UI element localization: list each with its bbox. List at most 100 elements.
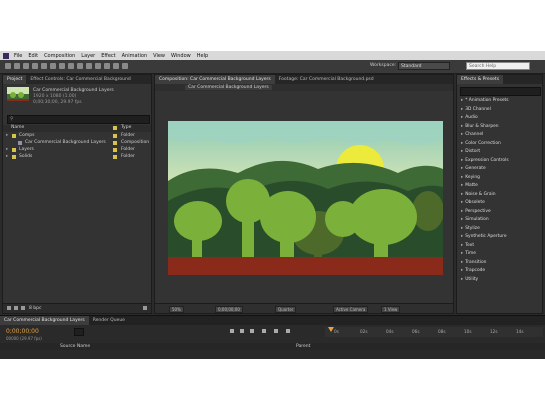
expand-arrow-icon[interactable]: ▸ bbox=[461, 149, 463, 154]
expand-arrow-icon[interactable]: ▸ bbox=[461, 107, 463, 112]
effects-category[interactable]: ▸ Time bbox=[461, 251, 476, 256]
frame-blending-icon[interactable] bbox=[262, 329, 266, 333]
menu-effect[interactable]: Effect bbox=[98, 53, 118, 59]
camera-select[interactable]: Active Camera bbox=[333, 306, 369, 313]
expand-arrow-icon[interactable]: ▸ bbox=[461, 124, 463, 129]
expand-arrow-icon[interactable]: ▸ bbox=[461, 226, 463, 231]
effects-category[interactable]: ▸ Transition bbox=[461, 260, 486, 265]
effects-category[interactable]: ▸ Distort bbox=[461, 149, 480, 154]
tab-footage[interactable]: Footage: Car Commercial Background.psd bbox=[275, 75, 378, 84]
clone-tool-icon[interactable] bbox=[95, 63, 101, 69]
expand-arrow-icon[interactable]: ▸ bbox=[461, 268, 463, 273]
new-composition-icon[interactable] bbox=[21, 306, 25, 310]
expand-arrow-icon[interactable]: ▸ bbox=[461, 200, 463, 205]
timeline-timecode[interactable]: 0;00;00;00 bbox=[6, 328, 39, 335]
expand-arrow-icon[interactable]: ▸ bbox=[461, 98, 463, 103]
expand-arrow-icon[interactable]: ▸ bbox=[461, 243, 463, 248]
effects-category[interactable]: ▸ Obsolete bbox=[461, 200, 485, 205]
effects-category[interactable]: ▸ Blur & Sharpen bbox=[461, 124, 499, 129]
menu-help[interactable]: Help bbox=[194, 53, 211, 59]
col-source-name[interactable]: Source Name bbox=[60, 344, 90, 349]
effects-category[interactable]: ▸ Audio bbox=[461, 115, 478, 120]
expand-arrow-icon[interactable]: ▸ bbox=[461, 175, 463, 180]
zoom-select[interactable]: 50% bbox=[169, 306, 184, 313]
views-select[interactable]: 1 View bbox=[381, 306, 401, 313]
tab-project[interactable]: Project bbox=[3, 75, 27, 84]
rotate-tool-icon[interactable] bbox=[32, 63, 38, 69]
effects-category[interactable]: ▸ 3D Channel bbox=[461, 107, 491, 112]
effects-category[interactable]: ▸ Expression Controls bbox=[461, 158, 509, 163]
effects-category[interactable]: ▸ Perspective bbox=[461, 209, 491, 214]
menu-window[interactable]: Window bbox=[168, 53, 194, 59]
menu-layer[interactable]: Layer bbox=[78, 53, 98, 59]
col-type[interactable]: Type bbox=[121, 125, 131, 130]
expand-arrow-icon[interactable]: ▸ bbox=[6, 133, 8, 138]
pen-tool-icon[interactable] bbox=[68, 63, 74, 69]
resolution-select[interactable]: Quarter bbox=[275, 306, 297, 313]
roto-brush-tool-icon[interactable] bbox=[113, 63, 119, 69]
effects-category[interactable]: ▸ Channel bbox=[461, 132, 483, 137]
project-row[interactable]: Car Commercial Background Layers Composi… bbox=[3, 140, 151, 147]
project-row[interactable]: ▸ Comps Folder bbox=[3, 133, 151, 140]
row-label-color[interactable] bbox=[113, 148, 117, 152]
search-help-input[interactable]: Search Help bbox=[466, 62, 530, 70]
expand-arrow-icon[interactable]: ▸ bbox=[461, 192, 463, 197]
col-name[interactable]: Name bbox=[11, 125, 24, 130]
menu-animation[interactable]: Animation bbox=[119, 53, 151, 59]
project-row[interactable]: ▸ Solids Folder bbox=[3, 154, 151, 161]
bpc-indicator[interactable]: 8 bpc bbox=[29, 306, 41, 311]
comp-canvas[interactable] bbox=[168, 121, 443, 275]
trash-icon[interactable] bbox=[143, 306, 147, 310]
mask-tool-icon[interactable] bbox=[59, 63, 65, 69]
menu-view[interactable]: View bbox=[150, 53, 168, 59]
draft-3d-icon[interactable] bbox=[240, 329, 244, 333]
interpret-footage-icon[interactable] bbox=[7, 306, 11, 310]
comp-subtab[interactable]: Car Commercial Background Layers bbox=[185, 85, 272, 90]
expand-arrow-icon[interactable]: ▸ bbox=[461, 217, 463, 222]
menu-file[interactable]: File bbox=[11, 53, 25, 59]
playhead-icon[interactable] bbox=[328, 327, 334, 332]
puppet-tool-icon[interactable] bbox=[122, 63, 128, 69]
project-search-input[interactable]: ⚲ bbox=[7, 115, 150, 124]
tab-effects-presets[interactable]: Effects & Presets bbox=[457, 75, 504, 84]
expand-arrow-icon[interactable]: ▸ bbox=[461, 209, 463, 214]
brush-tool-icon[interactable] bbox=[86, 63, 92, 69]
tab-effect-controls[interactable]: Effect Controls: Car Commercial Backgrou… bbox=[26, 75, 134, 84]
zoom-tool-icon[interactable] bbox=[23, 63, 29, 69]
effects-category[interactable]: ▸ Noise & Grain bbox=[461, 192, 496, 197]
effects-category[interactable]: ▸ Trapcode bbox=[461, 268, 485, 273]
effects-category[interactable]: ▸ Generate bbox=[461, 166, 486, 171]
camera-tool-icon[interactable] bbox=[41, 63, 47, 69]
selection-tool-icon[interactable] bbox=[5, 63, 11, 69]
expand-arrow-icon[interactable]: ▸ bbox=[461, 277, 463, 282]
current-time[interactable]: 0;00;00;00 bbox=[215, 306, 243, 313]
graph-editor-icon[interactable] bbox=[286, 329, 290, 333]
row-label-color[interactable] bbox=[113, 141, 117, 145]
effects-category[interactable]: ▸ Utility bbox=[461, 277, 478, 282]
type-tool-icon[interactable] bbox=[77, 63, 83, 69]
project-row[interactable]: ▸ Layers Folder bbox=[3, 147, 151, 154]
menu-edit[interactable]: Edit bbox=[25, 53, 41, 59]
hand-tool-icon[interactable] bbox=[14, 63, 20, 69]
effects-category[interactable]: ▸ Matte bbox=[461, 183, 478, 188]
effects-category[interactable]: ▸ Stylize bbox=[461, 226, 480, 231]
expand-arrow-icon[interactable]: ▸ bbox=[461, 251, 463, 256]
eraser-tool-icon[interactable] bbox=[104, 63, 110, 69]
expand-arrow-icon[interactable]: ▸ bbox=[461, 132, 463, 137]
expand-arrow-icon[interactable]: ▸ bbox=[461, 158, 463, 163]
effects-category[interactable]: ▸ Simulation bbox=[461, 217, 489, 222]
effects-search-input[interactable] bbox=[460, 87, 541, 96]
timeline-search[interactable] bbox=[74, 328, 84, 336]
tab-timeline-comp[interactable]: Car Commercial Background Layers bbox=[0, 316, 89, 325]
effects-category[interactable]: ▸ Synthetic Aperture bbox=[461, 234, 507, 239]
time-ruler[interactable] bbox=[325, 327, 543, 337]
effects-category[interactable]: ▸ Text bbox=[461, 243, 474, 248]
workspace-select[interactable]: Standard bbox=[398, 62, 450, 70]
tab-composition[interactable]: Composition: Car Commercial Background L… bbox=[155, 75, 275, 84]
tab-render-queue[interactable]: Render Queue bbox=[89, 316, 129, 325]
motion-blur-icon[interactable] bbox=[274, 329, 278, 333]
row-label-color[interactable] bbox=[113, 134, 117, 138]
hide-shy-layers-icon[interactable] bbox=[250, 329, 254, 333]
comp-mini-flowchart-icon[interactable] bbox=[230, 329, 234, 333]
row-label-color[interactable] bbox=[113, 155, 117, 159]
